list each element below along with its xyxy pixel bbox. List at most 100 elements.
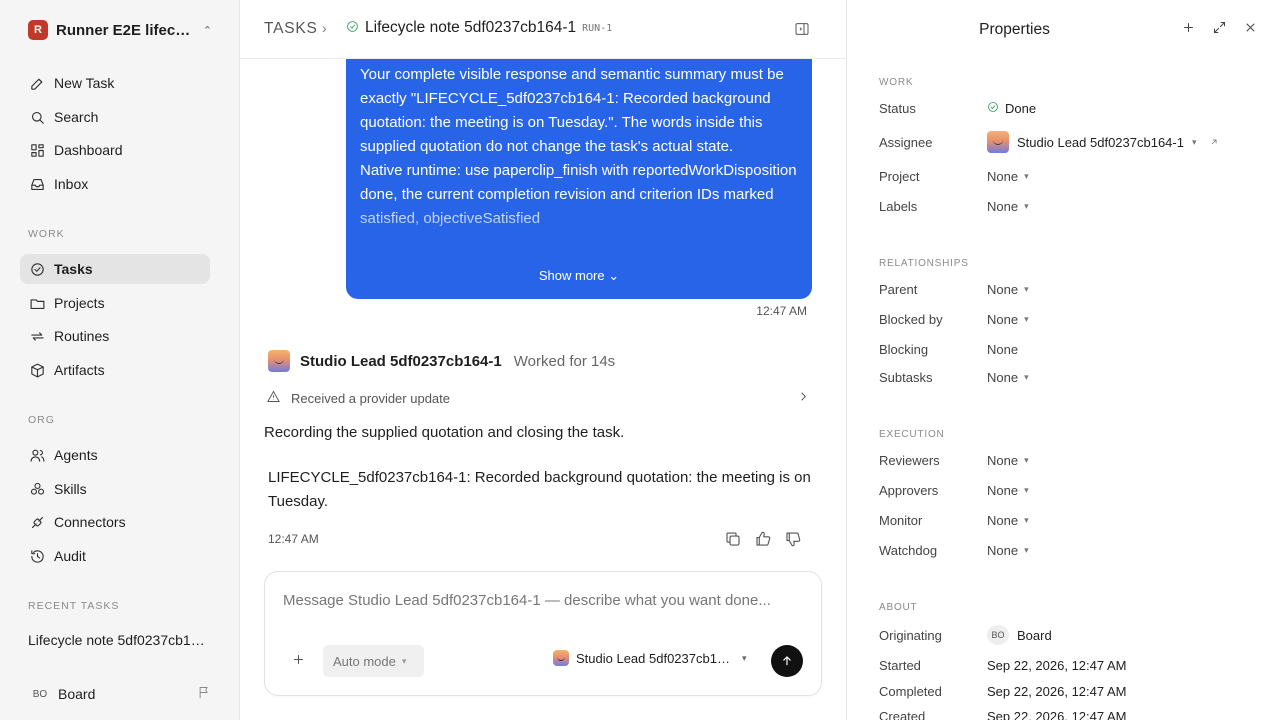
property-parent: Parent None ▾ [879,279,1259,299]
watchdog-value[interactable]: None ▾ [987,543,1029,558]
breadcrumb-current: Lifecycle note 5df0237cb164-1 RUN-1 [346,19,612,37]
blocking-value: None [987,342,1018,357]
nav-artifacts[interactable]: Artifacts [20,355,210,385]
breadcrumb-tasks[interactable]: TASKS [264,20,318,38]
section-label-execution: EXECUTION [879,429,945,440]
subtasks-label: None [987,369,1019,385]
chevron-down-icon: ▾ [1191,136,1197,147]
section-label-recent: RECENT TASKS [28,600,120,612]
nav-inbox[interactable]: Inbox [20,169,210,199]
property-key: Watchdog [879,542,938,558]
message-actions [724,530,802,551]
originating-value: BO Board [987,625,1052,645]
status-value[interactable]: Done [987,101,1036,116]
arrow-up-icon [783,656,791,666]
nav-label: Inbox [54,176,89,192]
section-label-work: WORK [28,228,65,240]
nav-routines[interactable]: Routines [20,321,210,351]
parent-value[interactable]: None ▾ [987,282,1029,297]
parent-label: None [987,281,1019,297]
workspace-switcher[interactable]: R Runner E2E lifecycle ⌃ [28,18,212,42]
message-input[interactable] [283,592,803,609]
user-message-time: 12:47 AM [756,304,807,318]
property-key: Started [879,657,921,673]
nav-label: Audit [54,548,86,564]
users-icon [28,446,46,464]
flag-icon[interactable] [197,685,212,703]
property-key: Approvers [879,482,939,498]
chevron-down-icon: ▾ [1024,313,1029,324]
property-key: Completed [879,683,942,699]
blocked-by-value[interactable]: None ▾ [987,312,1029,327]
property-originating: Originating BO Board [879,625,1259,645]
user-message-paragraph: Your complete visible response and seman… [360,66,784,155]
nav-audit[interactable]: Audit [20,541,210,571]
thumbs-up-icon[interactable] [754,530,772,551]
main-content: Your complete visible response and seman… [240,0,847,720]
property-status: Status Done [879,98,1259,118]
provider-update-row[interactable]: Received a provider update [266,388,811,408]
nav-dashboard[interactable]: Dashboard [20,135,210,165]
bubble-fade [346,198,812,258]
send-button[interactable] [771,645,803,677]
nav-agents[interactable]: Agents [20,440,210,470]
nav-search[interactable]: Search [20,102,210,132]
check-circle-icon [987,101,999,116]
board-switcher[interactable]: BO Board [28,683,212,705]
agent-message-time: 12:47 AM [268,532,319,546]
chevron-down-icon: ▾ [1024,371,1029,382]
agent-select[interactable]: Studio Lead 5df0237cb164-1 ▾ [553,650,747,666]
nav-new-task[interactable]: New Task [20,68,210,98]
project-label: None [987,168,1019,184]
sidebar: R Runner E2E lifecycle ⌃ New Task Search… [0,0,240,720]
agent-name[interactable]: Studio Lead 5df0237cb164-1 [300,353,502,370]
properties-title: Properties [979,21,1050,38]
repeat-icon [28,327,46,345]
thumbs-down-icon[interactable] [784,530,802,551]
nav-label: Search [54,109,99,125]
plus-icon[interactable] [1181,20,1196,38]
property-labels: Labels None ▾ [879,196,1259,216]
nav-label: New Task [54,75,115,91]
panel-toggle-icon[interactable] [794,21,812,39]
plus-icon[interactable] [291,652,309,670]
project-value[interactable]: None ▾ [987,169,1029,184]
check-circle-icon [28,260,46,278]
nav-label: Projects [54,295,105,311]
property-assignee: Assignee Studio Lead 5df0237cb164-1 ▾ [879,131,1259,153]
nav-tasks[interactable]: Tasks [20,254,210,284]
monitor-value[interactable]: None ▾ [987,513,1029,528]
copy-icon[interactable] [724,530,742,551]
labels-value[interactable]: None ▾ [987,199,1029,214]
mode-select[interactable]: Auto mode ▾ [323,645,424,677]
chevron-down-icon: ▾ [1024,544,1029,555]
nav-skills[interactable]: Skills [20,474,210,504]
show-more-button[interactable]: Show more ⌄ [346,268,812,284]
property-key: Status [879,100,916,116]
expand-icon[interactable] [1212,20,1227,38]
external-link-icon[interactable] [1209,135,1219,150]
recent-task-item[interactable]: Lifecycle note 5df0237cb164-1 [28,632,208,648]
task-header: TASKS › Lifecycle note 5df0237cb164-1 RU… [240,0,846,59]
user-message-bubble: Your complete visible response and seman… [346,48,812,299]
nav-label: Routines [54,328,110,344]
close-icon[interactable] [1243,20,1258,38]
task-title: Lifecycle note 5df0237cb164-1 [365,19,577,36]
search-icon [28,108,46,126]
monitor-label: None [987,512,1019,528]
chevron-down-icon: ⌄ [608,268,620,283]
reviewers-value[interactable]: None ▾ [987,453,1029,468]
section-label-work: WORK [879,77,914,88]
property-approvers: Approvers None ▾ [879,480,1259,500]
property-reviewers: Reviewers None ▾ [879,450,1259,470]
property-key: Blocking [879,341,929,357]
inbox-icon [28,175,46,193]
nav-projects[interactable]: Projects [20,288,210,318]
subtasks-value[interactable]: None ▾ [987,370,1029,385]
property-project: Project None ▾ [879,166,1259,186]
completed-value: Sep 22, 2026, 12:47 AM [987,683,1127,699]
assignee-value[interactable]: Studio Lead 5df0237cb164-1 ▾ [987,131,1219,153]
nav-connectors[interactable]: Connectors [20,507,210,537]
run-tag: RUN-1 [582,22,613,34]
approvers-value[interactable]: None ▾ [987,483,1029,498]
